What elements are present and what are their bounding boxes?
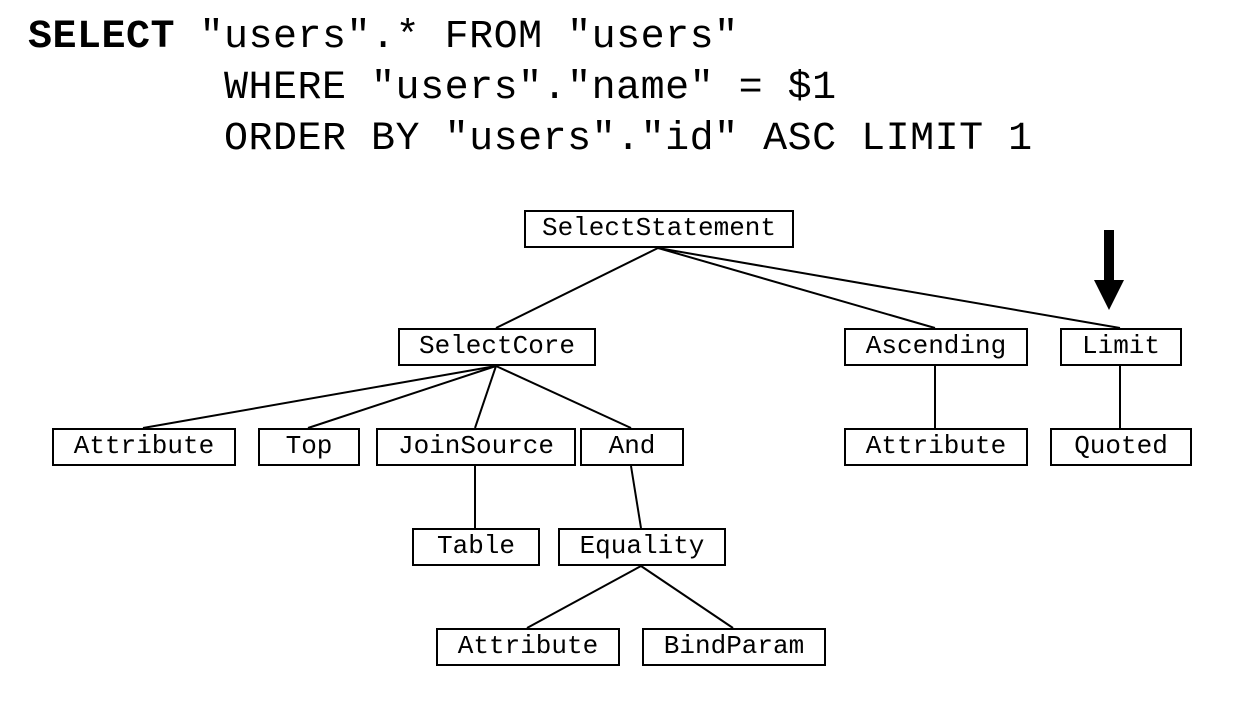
- node-and: And: [580, 428, 684, 466]
- node-table: Table: [412, 528, 540, 566]
- node-attribute-order: Attribute: [844, 428, 1028, 466]
- node-equality: Equality: [558, 528, 726, 566]
- sql-line3: ORDER BY "users"."id" ASC LIMIT 1: [28, 117, 1033, 162]
- node-bind-param: BindParam: [642, 628, 826, 666]
- node-ascending: Ascending: [844, 328, 1028, 366]
- sql-line1-rest: "users".* FROM "users": [175, 15, 739, 60]
- node-select-statement: SelectStatement: [524, 210, 794, 248]
- sql-select-keyword: SELECT: [28, 15, 175, 60]
- node-quoted: Quoted: [1050, 428, 1192, 466]
- node-select-core: SelectCore: [398, 328, 596, 366]
- arrow-down-icon: [1094, 230, 1124, 310]
- node-attribute-lhs: Attribute: [436, 628, 620, 666]
- node-attribute-projection: Attribute: [52, 428, 236, 466]
- node-limit: Limit: [1060, 328, 1182, 366]
- sql-text: SELECT "users".* FROM "users" WHERE "use…: [28, 12, 1033, 166]
- ast-diagram: SelectStatement SelectCore Ascending Lim…: [0, 200, 1240, 711]
- node-join-source: JoinSource: [376, 428, 576, 466]
- node-top: Top: [258, 428, 360, 466]
- sql-line2: WHERE "users"."name" = $1: [28, 66, 837, 111]
